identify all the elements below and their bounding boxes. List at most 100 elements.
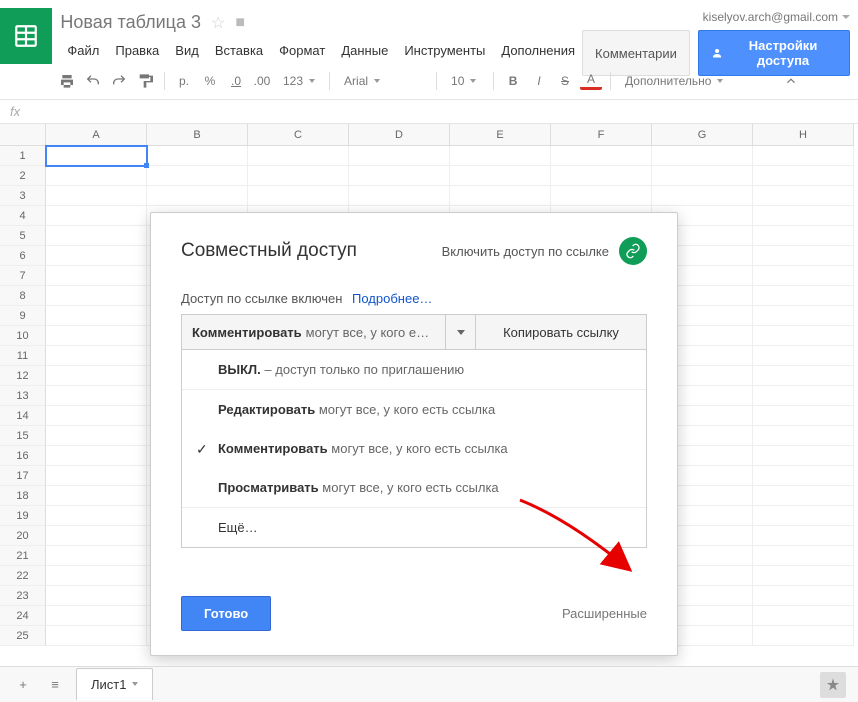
cell[interactable] [753,266,854,286]
undo-icon[interactable] [82,70,104,92]
row-header[interactable]: 3 [0,186,46,206]
cell[interactable] [652,166,753,186]
cell[interactable] [753,446,854,466]
formula-bar[interactable]: fx [0,100,858,124]
col-header[interactable]: H [753,124,854,146]
cell[interactable] [551,186,652,206]
cell[interactable] [46,166,147,186]
cell[interactable] [46,406,147,426]
cell[interactable] [753,326,854,346]
paint-format-icon[interactable] [134,70,156,92]
row-header[interactable]: 13 [0,386,46,406]
permission-dropdown[interactable]: Комментироватьмогут все, у кого есть с… [182,315,446,349]
row-header[interactable]: 1 [0,146,46,166]
cell[interactable] [753,506,854,526]
col-header[interactable]: D [349,124,450,146]
cell[interactable] [46,206,147,226]
row-header[interactable]: 16 [0,446,46,466]
cell[interactable] [753,386,854,406]
row-header[interactable]: 6 [0,246,46,266]
row-header[interactable]: 17 [0,466,46,486]
row-header[interactable]: 4 [0,206,46,226]
add-sheet-icon[interactable]: + [12,674,34,696]
row-header[interactable]: 7 [0,266,46,286]
row-header[interactable]: 23 [0,586,46,606]
cell[interactable] [753,486,854,506]
cell[interactable] [46,506,147,526]
more-dropdown[interactable]: Дополнительно [619,74,729,88]
menu-правка[interactable]: Правка [108,39,166,62]
row-header[interactable]: 19 [0,506,46,526]
menu-файл[interactable]: Файл [60,39,106,62]
cell[interactable] [349,166,450,186]
cell[interactable] [551,146,652,166]
cell[interactable] [753,186,854,206]
user-email[interactable]: kiselyov.arch@gmail.com [703,10,850,24]
all-sheets-icon[interactable]: ≡ [44,674,66,696]
cell[interactable] [753,526,854,546]
folder-icon[interactable]: ■ [235,14,245,32]
permission-option[interactable]: Просматривать могут все, у кого есть ссы… [182,468,646,507]
cell[interactable] [46,286,147,306]
font-dropdown[interactable]: Arial [338,74,428,88]
cell[interactable] [652,186,753,206]
star-icon[interactable]: ☆ [211,13,225,33]
cell[interactable] [46,526,147,546]
cell[interactable] [753,586,854,606]
row-header[interactable]: 20 [0,526,46,546]
col-header[interactable]: G [652,124,753,146]
cell[interactable] [248,146,349,166]
cell[interactable] [753,466,854,486]
cell[interactable] [753,226,854,246]
cell[interactable] [46,466,147,486]
cell[interactable] [753,406,854,426]
cell[interactable] [147,166,248,186]
cell[interactable] [753,346,854,366]
link-icon[interactable] [619,237,647,265]
row-header[interactable]: 21 [0,546,46,566]
cell[interactable] [753,366,854,386]
cell[interactable] [753,626,854,646]
cell[interactable] [46,306,147,326]
cell[interactable] [46,546,147,566]
cell[interactable] [753,286,854,306]
redo-icon[interactable] [108,70,130,92]
cell[interactable] [450,146,551,166]
row-header[interactable]: 15 [0,426,46,446]
cell[interactable] [46,386,147,406]
done-button[interactable]: Готово [181,596,271,631]
cell[interactable] [753,546,854,566]
cell[interactable] [46,486,147,506]
advanced-link[interactable]: Расширенные [562,606,647,621]
cell[interactable] [551,166,652,186]
row-header[interactable]: 2 [0,166,46,186]
menu-дополнения[interactable]: Дополнения [494,39,582,62]
cell[interactable] [450,166,551,186]
cell[interactable] [753,566,854,586]
cell[interactable] [46,246,147,266]
cell[interactable] [46,606,147,626]
permission-more[interactable]: Ещё… [182,507,646,547]
cell[interactable] [46,586,147,606]
row-header[interactable]: 24 [0,606,46,626]
cell[interactable] [753,166,854,186]
row-header[interactable]: 10 [0,326,46,346]
row-header[interactable]: 18 [0,486,46,506]
row-header[interactable]: 22 [0,566,46,586]
cell[interactable] [450,186,551,206]
copy-link-button[interactable]: Копировать ссылку [476,315,646,349]
col-header[interactable]: E [450,124,551,146]
cell[interactable] [46,346,147,366]
row-header[interactable]: 9 [0,306,46,326]
menu-данные[interactable]: Данные [334,39,395,62]
col-header[interactable]: C [248,124,349,146]
permission-option[interactable]: Комментировать могут все, у кого есть сс… [182,429,646,468]
comments-button[interactable]: Комментарии [582,30,690,76]
menu-инструменты[interactable]: Инструменты [397,39,492,62]
text-color-icon[interactable]: A [580,72,602,90]
row-header[interactable]: 12 [0,366,46,386]
cell[interactable] [46,226,147,246]
dropdown-caret-icon[interactable] [446,315,476,349]
strikethrough-icon[interactable]: S [554,70,576,92]
cell[interactable] [652,146,753,166]
